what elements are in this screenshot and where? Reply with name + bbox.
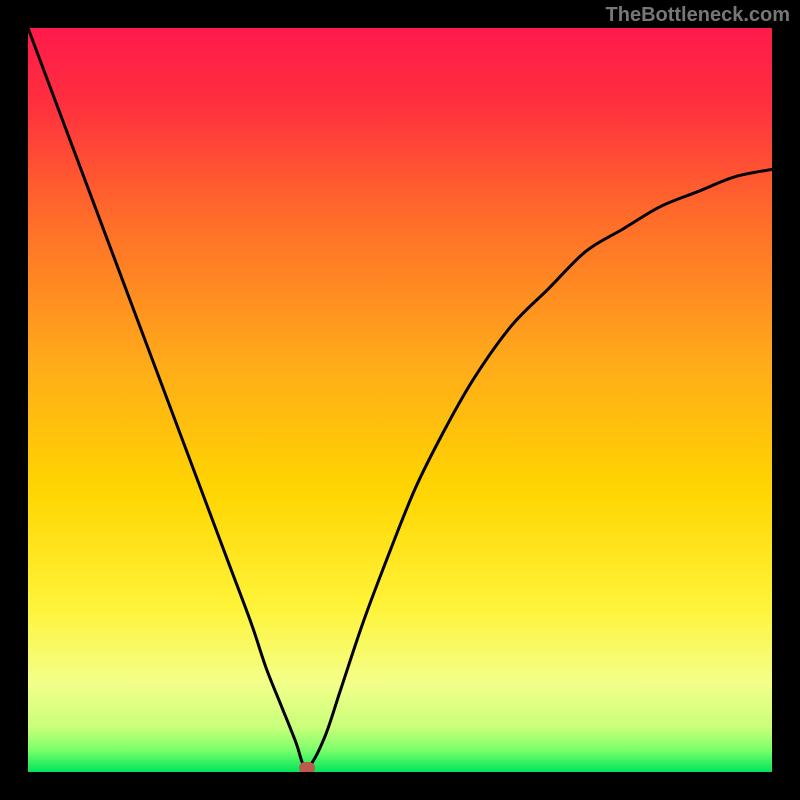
- chart-frame: TheBottleneck.com: [0, 0, 800, 800]
- watermark-text: TheBottleneck.com: [606, 4, 790, 27]
- bottleneck-curve: [28, 28, 772, 772]
- optimum-marker: [299, 762, 315, 772]
- plot-area: [28, 28, 772, 772]
